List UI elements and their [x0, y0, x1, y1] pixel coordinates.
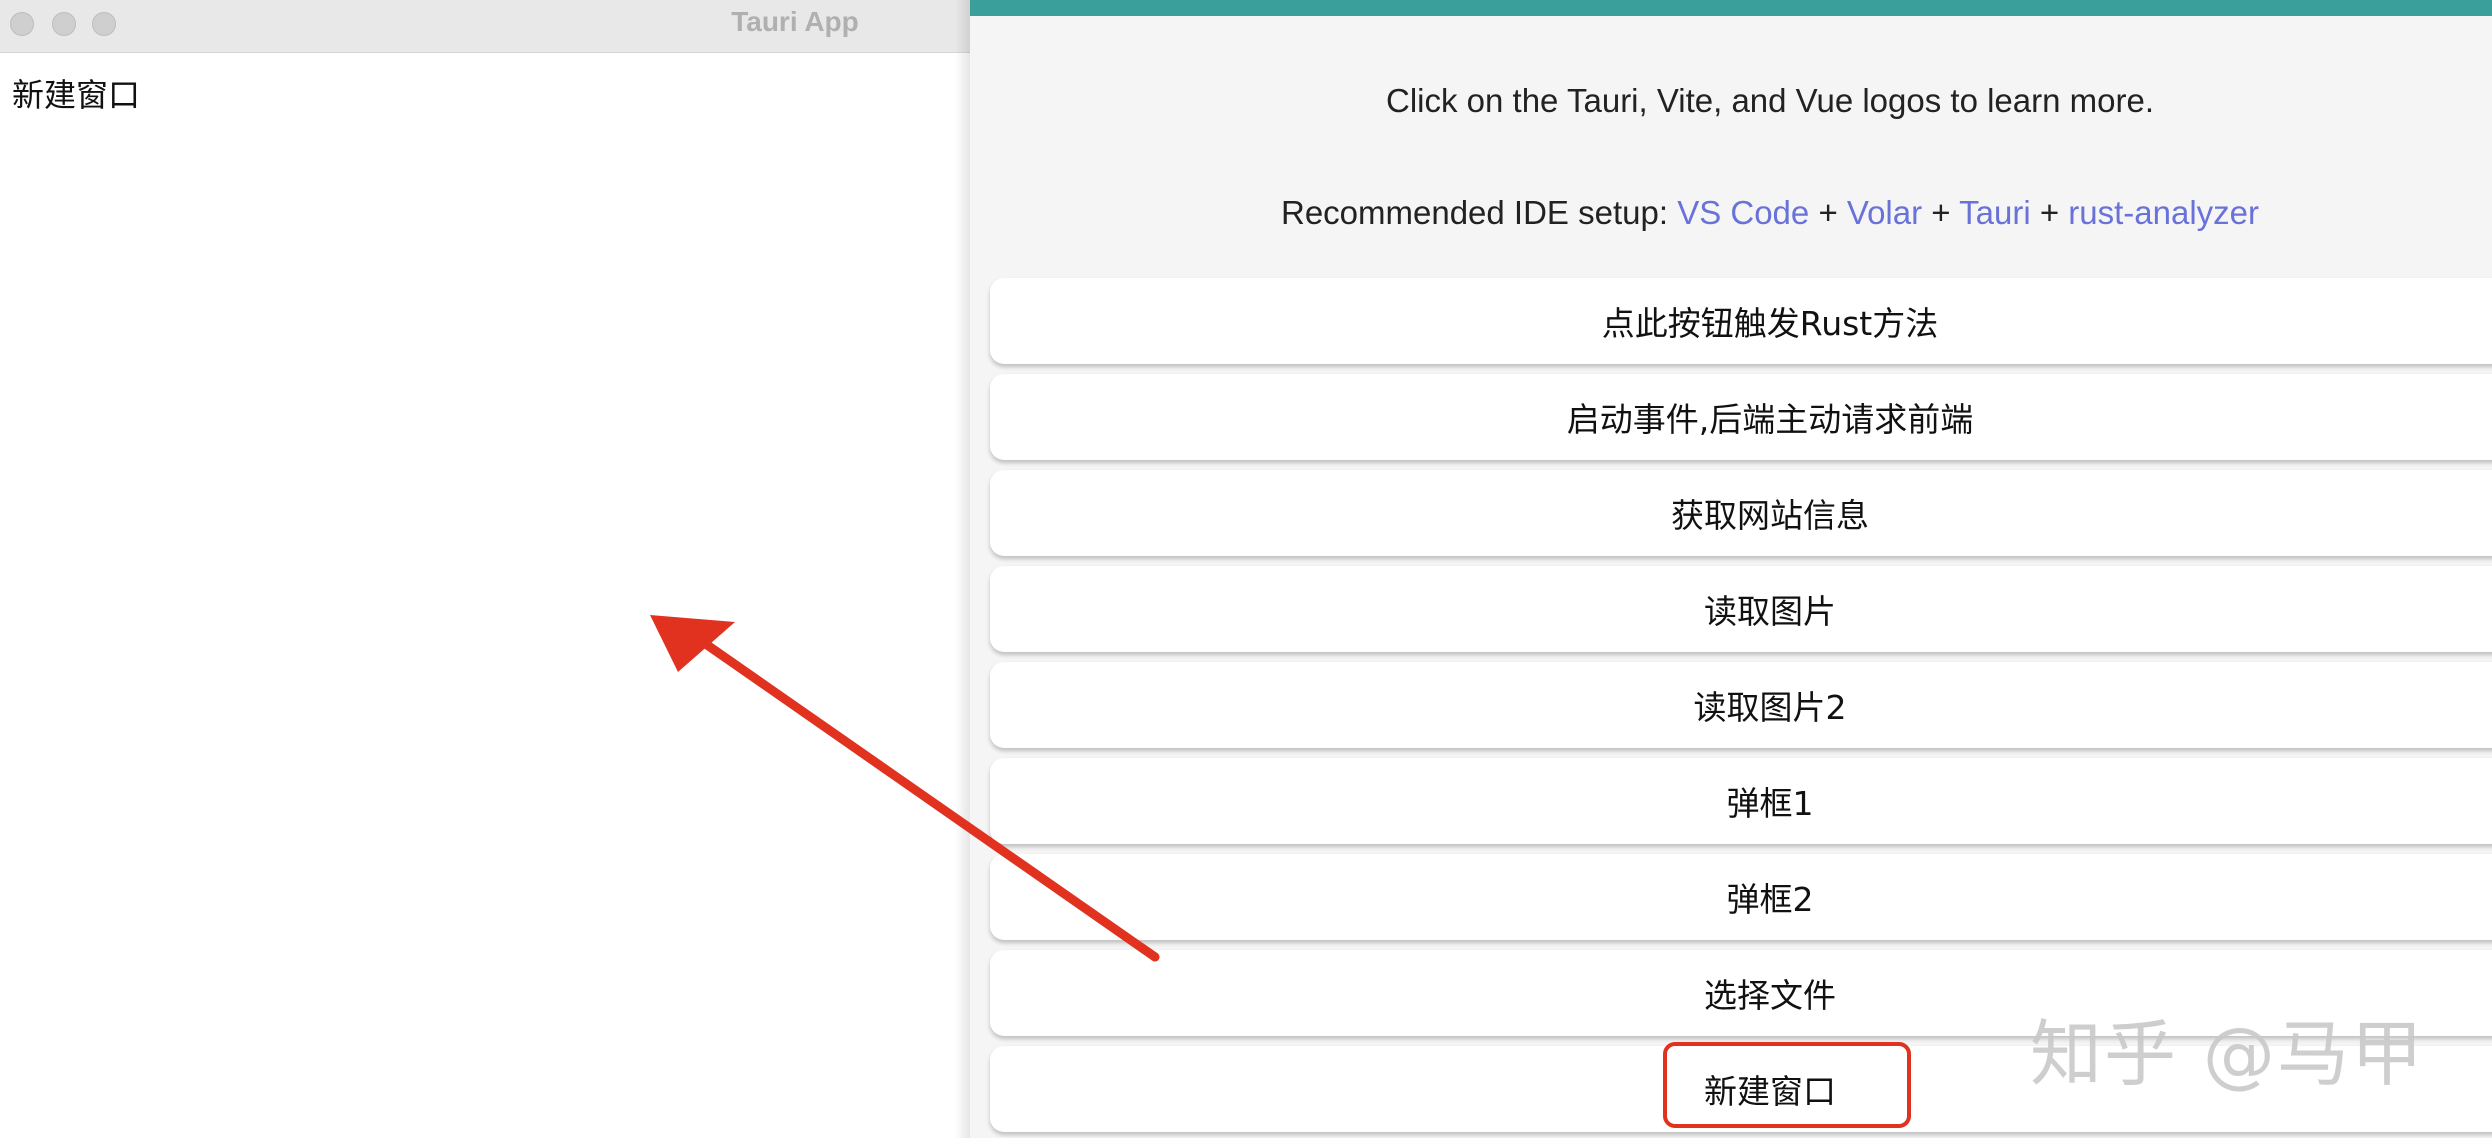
- annotation-arrow-icon: [650, 615, 1160, 962]
- watermark-text: 知乎 @马甲: [2030, 1012, 2425, 1096]
